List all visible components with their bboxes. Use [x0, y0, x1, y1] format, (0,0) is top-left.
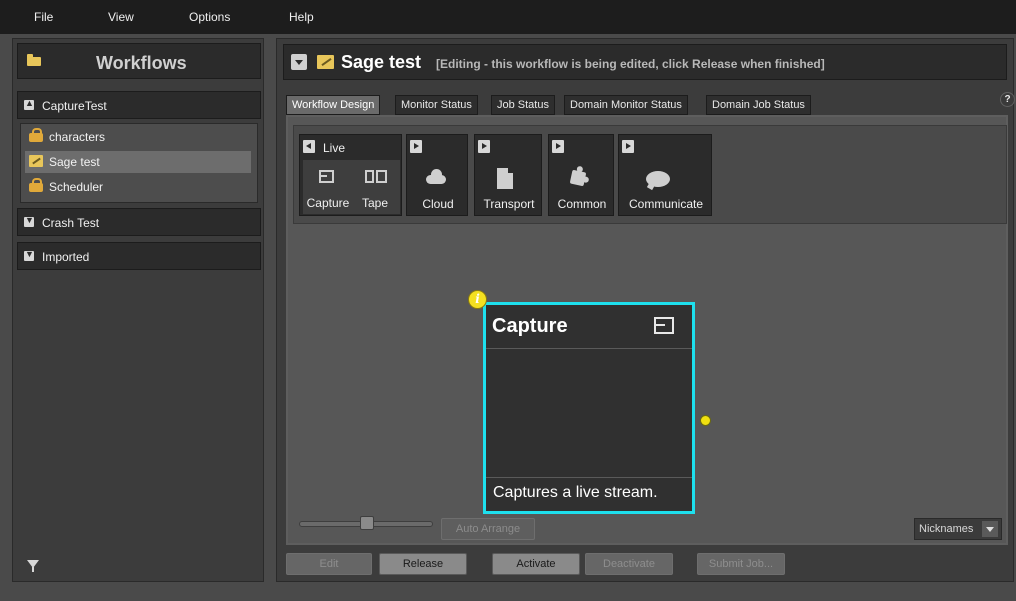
editing-status: [Editing - this workflow is being edited…: [436, 57, 825, 71]
output-port[interactable]: [700, 415, 711, 426]
menu-bar: File View Options Help: [0, 0, 1016, 34]
palette-item-transport[interactable]: Transport: [483, 163, 535, 215]
design-canvas[interactable]: Live Capture Tape Cloud Transport Common…: [286, 115, 1008, 545]
palette-live-items: Capture Tape: [303, 160, 400, 214]
group-label: Imported: [42, 250, 90, 264]
pencil-icon: [317, 55, 334, 69]
menu-file[interactable]: File: [34, 10, 53, 24]
edit-button[interactable]: Edit: [286, 553, 372, 575]
group-crash-test[interactable]: ▼ Crash Test: [17, 208, 261, 236]
dropdown-icon[interactable]: [291, 54, 307, 70]
pencil-icon: [29, 155, 43, 167]
workflow-name: Sage test: [341, 52, 422, 72]
filter-icon[interactable]: [27, 560, 39, 572]
group-label: Crash Test: [42, 216, 100, 230]
capture-icon: [319, 170, 334, 183]
workflow-item-label: characters: [49, 130, 106, 144]
lock-icon: [29, 128, 43, 142]
workflows-header: Workflows: [17, 43, 261, 79]
expand-right-icon[interactable]: [552, 140, 564, 153]
node-title: Capture: [492, 315, 568, 337]
lock-icon: [29, 178, 43, 192]
expand-icon[interactable]: ▼: [24, 249, 34, 261]
palette-item-communicate[interactable]: Communicate: [625, 163, 707, 215]
expand-right-icon[interactable]: [478, 140, 490, 153]
document-icon: [497, 167, 514, 189]
palette-group-common: Common: [548, 134, 614, 216]
workflows-title: Workflows: [96, 53, 187, 73]
workflow-item-sage-test[interactable]: Sage test: [25, 151, 251, 173]
capture-icon: [654, 317, 674, 334]
workflow-item-label: Scheduler: [49, 180, 104, 194]
nicknames-select[interactable]: Nicknames: [914, 518, 1002, 540]
chevron-down-icon[interactable]: [982, 521, 998, 537]
tab-job-status[interactable]: Job Status: [491, 95, 555, 115]
tab-domain-job-status[interactable]: Domain Job Status: [706, 95, 811, 115]
node-footer: Captures a live stream.: [486, 477, 692, 511]
release-button[interactable]: Release: [379, 553, 467, 575]
workflow-item-characters[interactable]: characters: [25, 126, 251, 148]
palette-item-tape[interactable]: Tape: [355, 162, 395, 214]
nicknames-label: Nicknames: [919, 523, 974, 535]
palette-group-live: Live Capture Tape: [299, 134, 402, 216]
workflow-item-scheduler[interactable]: Scheduler: [25, 176, 251, 198]
expand-icon[interactable]: ▼: [24, 215, 34, 227]
puzzle-icon: [569, 169, 587, 187]
palette-group-transport: Transport: [474, 134, 542, 216]
tab-monitor-status[interactable]: Monitor Status: [395, 95, 478, 115]
deactivate-button[interactable]: Deactivate: [585, 553, 673, 575]
palette-group-label: Live: [323, 141, 346, 155]
group-label: CaptureTest: [42, 99, 107, 113]
expand-right-icon[interactable]: [410, 140, 422, 153]
activate-button[interactable]: Activate: [492, 553, 580, 575]
folder-icon: [27, 54, 41, 66]
help-icon[interactable]: ?: [1000, 92, 1015, 107]
node-palette: Live Capture Tape Cloud Transport Common…: [293, 125, 1007, 224]
cloud-icon: [426, 169, 446, 184]
menu-options[interactable]: Options: [189, 10, 230, 24]
workflow-editor-panel: Sage test [Editing - this workflow is be…: [276, 38, 1015, 582]
palette-item-label: Tape: [361, 196, 389, 210]
palette-item-common[interactable]: Common: [557, 163, 607, 215]
tab-domain-monitor-status[interactable]: Domain Monitor Status: [564, 95, 688, 115]
submit-job-button[interactable]: Submit Job...: [697, 553, 785, 575]
capture-node[interactable]: Capture Captures a live stream.: [483, 302, 695, 514]
workflow-title-bar: Sage test [Editing - this workflow is be…: [283, 44, 1007, 80]
palette-item-capture[interactable]: Capture: [303, 162, 353, 214]
expand-right-icon[interactable]: [622, 140, 634, 153]
capturetest-workflow-list: characters Sage test Scheduler: [20, 123, 258, 203]
node-description: Captures a live stream.: [493, 484, 658, 501]
palette-group-communicate: Communicate: [618, 134, 712, 216]
workflow-item-label: Sage test: [49, 155, 100, 169]
tape-icon: [365, 170, 387, 183]
node-header: Capture: [486, 305, 692, 349]
group-capturetest[interactable]: ▲ CaptureTest: [17, 91, 261, 119]
palette-item-label: Transport: [483, 197, 535, 211]
collapse-icon[interactable]: ▲: [24, 98, 34, 110]
palette-group-cloud: Cloud: [406, 134, 468, 216]
info-icon[interactable]: i: [468, 290, 487, 309]
zoom-slider-thumb[interactable]: [360, 516, 374, 530]
collapse-left-icon[interactable]: [303, 140, 315, 153]
auto-arrange-button[interactable]: Auto Arrange: [441, 518, 535, 540]
palette-item-label: Communicate: [628, 197, 704, 211]
menu-view[interactable]: View: [108, 10, 134, 24]
palette-item-label: Cloud: [422, 197, 454, 211]
tab-workflow-design[interactable]: Workflow Design: [286, 95, 381, 115]
palette-item-label: Capture: [306, 196, 350, 210]
palette-item-label: Common: [557, 197, 607, 211]
group-imported[interactable]: ▼ Imported: [17, 242, 261, 270]
menu-help[interactable]: Help: [289, 10, 314, 24]
workflows-panel: Workflows ▲ CaptureTest characters Sage …: [12, 38, 264, 582]
palette-item-cloud[interactable]: Cloud: [415, 163, 461, 215]
chat-icon: [646, 171, 670, 187]
